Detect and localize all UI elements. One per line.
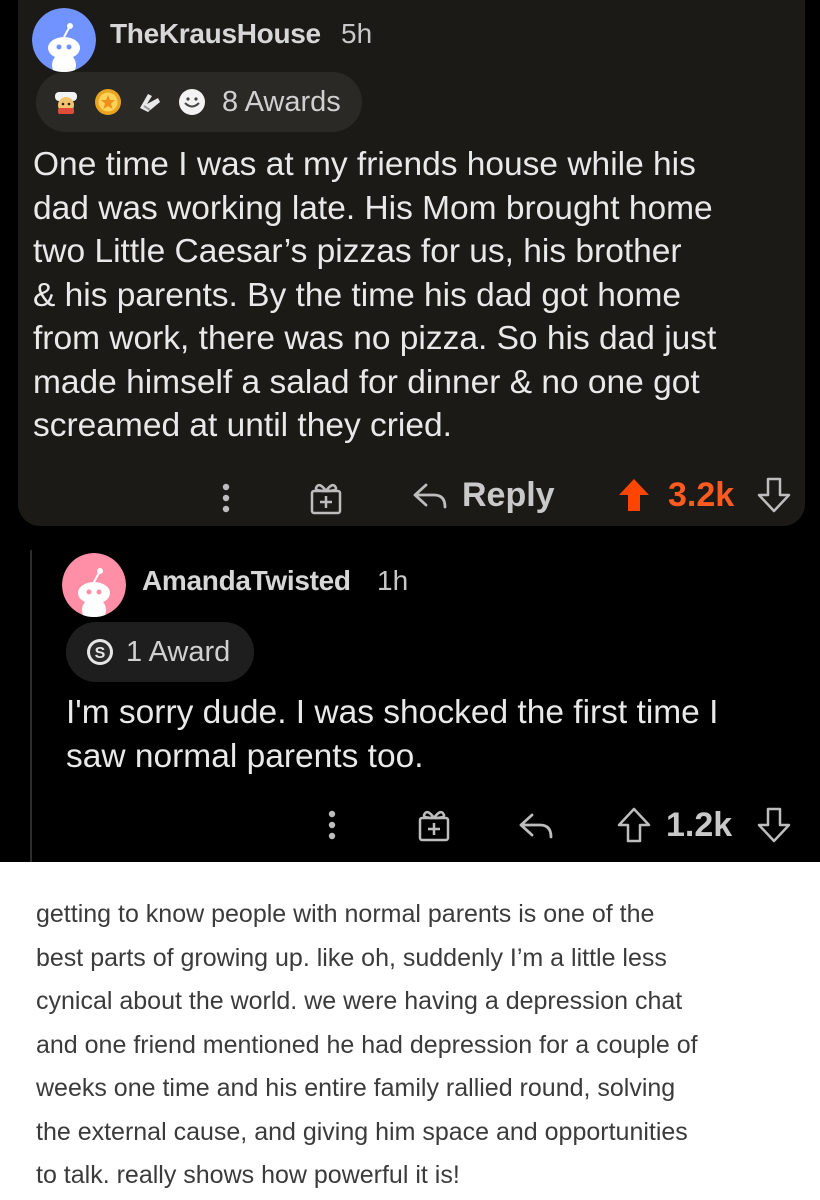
more-vertical-icon: [222, 483, 230, 513]
comment-body-line: two Little Caesar’s pizzas for us, his b…: [33, 233, 682, 270]
downvote-button[interactable]: [756, 805, 792, 845]
user-avatar[interactable]: [32, 8, 96, 72]
svg-text:S: S: [95, 645, 106, 662]
awards-count: 1 Award: [126, 635, 231, 668]
vote-score: 3.2k: [668, 476, 735, 514]
thread-indent-line[interactable]: [30, 550, 32, 862]
comment-username[interactable]: AmandaTwisted: [142, 565, 351, 597]
awards-pill[interactable]: S 1 Award: [66, 622, 254, 682]
comment-body-line: dad was working late. His Mom brought ho…: [33, 189, 713, 227]
give-award-button[interactable]: [414, 805, 454, 845]
caption-line: to talk. really shows how powerful it is…: [36, 1161, 460, 1189]
caption-line: weeks one time and his entire family ral…: [36, 1074, 676, 1102]
comment-body: I'm sorry dude. I was shocked the first …: [66, 691, 806, 778]
downvote-icon: [757, 477, 791, 513]
upvote-button[interactable]: [616, 475, 652, 515]
reddit-thread-screenshot: TheKrausHouse 5h 8 Awards One time I was…: [0, 0, 820, 862]
comment-body-line: & his parents. By the time his dad got h…: [33, 276, 682, 314]
caption-line: best parts of growing up. like oh, sudde…: [36, 943, 667, 972]
comment-body-line: I'm sorry dude. I was shocked the first …: [66, 694, 719, 731]
upvote-button[interactable]: [616, 805, 652, 845]
more-options-button[interactable]: [216, 478, 236, 518]
caption-line: the external cause, and giving him space…: [36, 1117, 688, 1146]
reply-arrow-icon: [413, 483, 447, 509]
comment-username[interactable]: TheKrausHouse: [110, 18, 321, 50]
chef-award-icon: [55, 92, 77, 114]
reply-arrow-icon: [519, 813, 553, 839]
comment-body-line: saw normal parents too.: [66, 737, 424, 775]
snoo-avatar-icon: [32, 8, 96, 72]
comment-body-line: screamed at until they cried.: [33, 407, 452, 444]
reply-button[interactable]: [516, 805, 556, 845]
reply-label: Reply: [462, 475, 555, 514]
caption-text: getting to know people with normal paren…: [36, 893, 796, 1198]
downvote-icon: [757, 807, 791, 843]
hands-award-icon: [140, 94, 160, 112]
caption-line: and one friend mentioned he had depressi…: [36, 1030, 698, 1059]
upvote-icon: [617, 807, 651, 843]
caption-line: cynical about the world. we were having …: [36, 987, 683, 1015]
comment-body: One time I was at my friends house while…: [33, 143, 803, 448]
upvote-filled-icon: [619, 479, 649, 511]
awards-count: 8 Awards: [222, 85, 341, 118]
gift-icon: [418, 810, 450, 842]
gift-icon: [310, 483, 342, 515]
wholesome-award-icon: [179, 89, 205, 115]
comment-timestamp: 5h: [341, 18, 373, 49]
comment-body-line: from work, there was no pizza. So his da…: [33, 320, 717, 357]
comment-body-line: One time I was at my friends house while…: [33, 146, 696, 183]
caption-line: getting to know people with normal paren…: [36, 900, 655, 928]
downvote-button[interactable]: [756, 475, 792, 515]
vote-score: 1.2k: [666, 806, 733, 844]
gold-badge-award-icon: [95, 89, 121, 115]
comment-timestamp: 1h: [377, 565, 409, 596]
silver-award-icon: S: [87, 639, 113, 665]
more-options-button[interactable]: [322, 805, 342, 845]
awards-pill[interactable]: 8 Awards: [36, 72, 362, 132]
reply-button[interactable]: Reply: [410, 475, 555, 515]
give-award-button[interactable]: [306, 478, 346, 518]
user-avatar[interactable]: [62, 553, 126, 617]
more-vertical-icon: [328, 810, 336, 840]
comment-body-line: made himself a salad for dinner & no one…: [33, 363, 700, 401]
snoo-avatar-icon: [62, 553, 126, 617]
